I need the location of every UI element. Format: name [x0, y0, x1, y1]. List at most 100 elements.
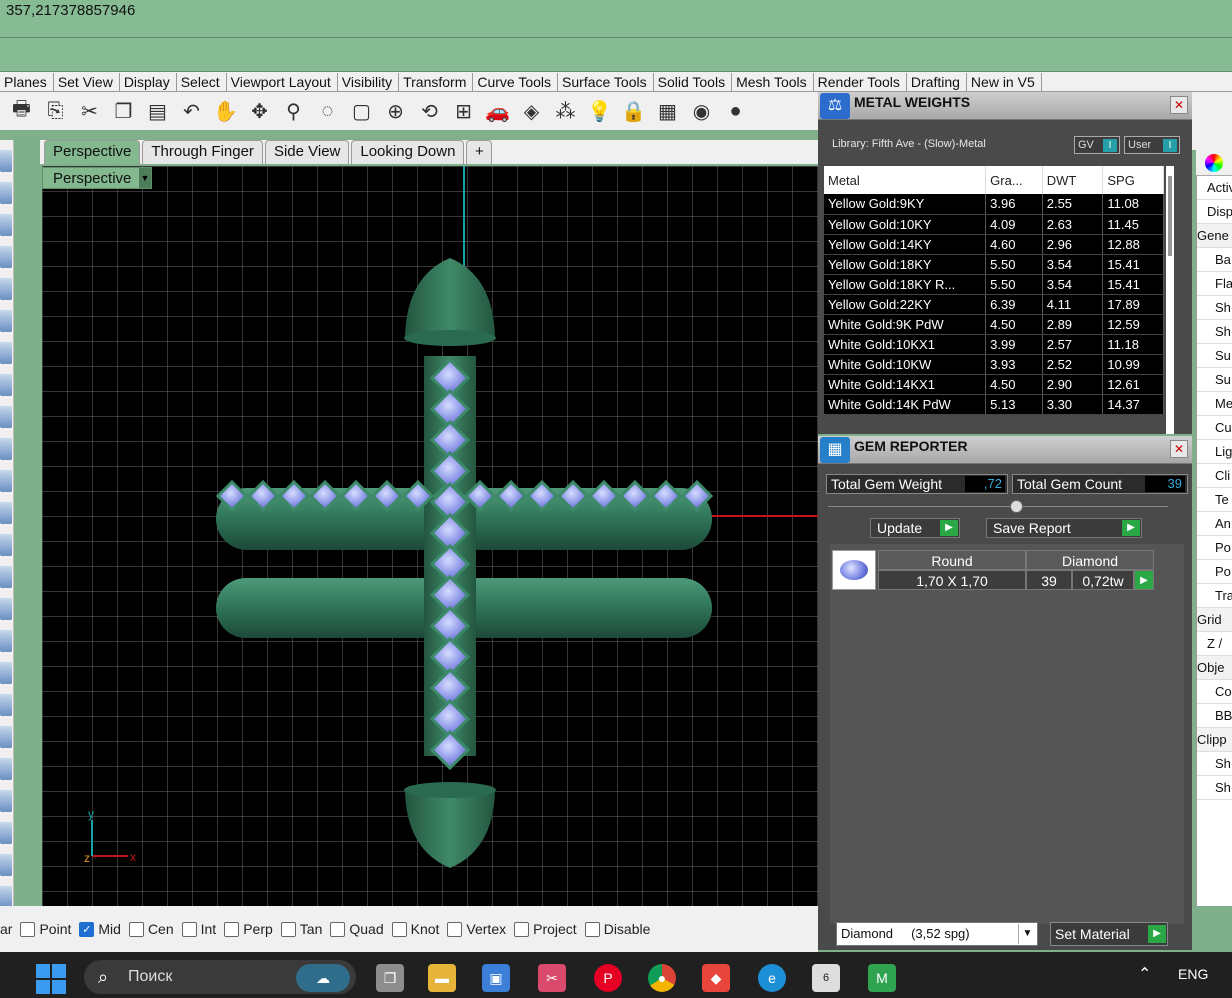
osnap-tan[interactable]: Tan: [280, 921, 322, 937]
perspective-viewport[interactable]: x y z: [42, 166, 818, 906]
left-tool-icon[interactable]: [0, 790, 12, 812]
checkbox[interactable]: [20, 921, 36, 937]
pinterest-icon[interactable]: P: [594, 964, 622, 992]
left-tool-icon[interactable]: [0, 662, 12, 684]
file-explorer-icon[interactable]: ▬: [428, 964, 456, 992]
checkbox[interactable]: [224, 921, 240, 937]
property-item[interactable]: Cli: [1197, 464, 1232, 488]
car-icon[interactable]: 🚗: [482, 96, 513, 127]
osnap-cen[interactable]: Cen: [128, 921, 174, 937]
osnap-quad[interactable]: Quad: [330, 921, 384, 937]
left-tool-icon[interactable]: [0, 822, 12, 844]
property-item[interactable]: Sh: [1197, 296, 1232, 320]
zoom-extents-icon[interactable]: ▢: [346, 96, 377, 127]
table-row[interactable]: White Gold:14KX1 4.50 2.90 12.61: [824, 374, 1164, 395]
checkbox[interactable]: [584, 921, 600, 937]
copy-icon[interactable]: ⎘: [40, 96, 71, 127]
language-indicator[interactable]: ENG: [1178, 966, 1208, 982]
snap-grid-icon[interactable]: ⁂: [550, 96, 581, 127]
left-tool-icon[interactable]: [0, 214, 12, 236]
left-tool-icon[interactable]: [0, 566, 12, 588]
checkbox[interactable]: ✓: [79, 921, 95, 937]
gem-row[interactable]: Round Diamond 1,70 X 1,70 39 0,72tw ▶: [832, 550, 1154, 590]
left-tool-icon[interactable]: [0, 374, 12, 396]
layers-icon[interactable]: ▦: [652, 96, 683, 127]
property-item[interactable]: Te: [1197, 488, 1232, 512]
property-item[interactable]: Su: [1197, 368, 1232, 392]
viewport-menu-arrow-icon[interactable]: ▼: [139, 168, 151, 188]
viewport-tab[interactable]: Through Finger: [142, 140, 263, 164]
zoom-selected-icon[interactable]: ⊕: [380, 96, 411, 127]
left-tool-icon[interactable]: [0, 534, 12, 556]
table-row[interactable]: White Gold:14K PdW 5.13 3.30 14.37: [824, 394, 1164, 415]
osnap-perp[interactable]: Perp: [224, 921, 273, 937]
light-icon[interactable]: 💡: [584, 96, 615, 127]
color-wheel-icon[interactable]: ◉: [686, 96, 717, 127]
property-item[interactable]: Me: [1197, 392, 1232, 416]
user-toggle[interactable]: User I: [1124, 136, 1180, 154]
matrix-icon[interactable]: M: [868, 964, 896, 992]
toolbar-tab[interactable]: Drafting: [907, 73, 967, 91]
checkbox[interactable]: [330, 921, 346, 937]
toolbar-tab[interactable]: Solid Tools: [654, 73, 733, 91]
table-row[interactable]: White Gold:9K PdW 4.50 2.89 12.59: [824, 314, 1164, 335]
left-tool-icon[interactable]: [0, 502, 12, 524]
pan-hand-icon[interactable]: ✋: [210, 96, 241, 127]
table-row[interactable]: Yellow Gold:10KY 4.09 2.63 11.45: [824, 214, 1164, 235]
property-item[interactable]: Z /: [1197, 632, 1232, 656]
osnap-project[interactable]: Project: [514, 921, 577, 937]
osnap-disable[interactable]: Disable: [584, 921, 650, 937]
property-item[interactable]: Clipp: [1197, 728, 1232, 752]
checkbox[interactable]: [280, 921, 296, 937]
osnap-vertex[interactable]: Vertex: [447, 921, 506, 937]
sphere-icon[interactable]: ●: [720, 96, 751, 127]
edge-icon[interactable]: e: [758, 964, 786, 992]
save-report-button[interactable]: Save Report ▶: [986, 518, 1142, 538]
left-tool-icon[interactable]: [0, 854, 12, 876]
toolbar-tab[interactable]: New in V5: [967, 73, 1042, 91]
viewport-tab[interactable]: Perspective: [44, 140, 141, 164]
left-tool-icon[interactable]: [0, 246, 12, 268]
toolbar-tab[interactable]: Viewport Layout: [227, 73, 338, 91]
windows-start-icon[interactable]: [36, 964, 66, 994]
gv-toggle[interactable]: GV I: [1074, 136, 1120, 154]
left-tool-icon[interactable]: [0, 694, 12, 716]
left-tool-icon[interactable]: [0, 726, 12, 748]
column-header[interactable]: SPG: [1102, 166, 1164, 194]
rhino-icon[interactable]: 6: [812, 964, 840, 992]
property-item[interactable]: Activ: [1197, 176, 1232, 200]
viewport-tab[interactable]: Side View: [264, 140, 350, 164]
property-item[interactable]: Fla: [1197, 272, 1232, 296]
table-row[interactable]: Yellow Gold:22KY 6.39 4.11 17.89: [824, 294, 1164, 315]
table-row[interactable]: Yellow Gold:14KY 4.60 2.96 12.88: [824, 234, 1164, 255]
material-select[interactable]: Diamond (3,52 spg) ▼: [836, 922, 1038, 946]
toolbar-tab[interactable]: Visibility: [338, 73, 400, 91]
print-icon[interactable]: 🖶: [6, 96, 37, 127]
metal-table-scrollbar[interactable]: [1166, 166, 1174, 434]
left-tool-icon[interactable]: [0, 150, 12, 172]
update-button[interactable]: Update ▶: [870, 518, 960, 538]
undo-icon[interactable]: ↶: [176, 96, 207, 127]
table-row[interactable]: White Gold:10KX1 3.99 2.57 11.18: [824, 334, 1164, 355]
left-tool-icon[interactable]: [0, 886, 12, 908]
property-item[interactable]: Po: [1197, 560, 1232, 584]
task-view-icon[interactable]: ❐: [376, 964, 404, 992]
toolbar-tab[interactable]: Select: [177, 73, 227, 91]
viewport-title[interactable]: Perspective ▼: [42, 167, 152, 189]
left-tool-icon[interactable]: [0, 182, 12, 204]
cut-icon[interactable]: ✂: [74, 96, 105, 127]
checkbox[interactable]: [391, 921, 407, 937]
left-tool-icon[interactable]: [0, 470, 12, 492]
properties-tab[interactable]: [1196, 150, 1232, 176]
property-item[interactable]: Lig: [1197, 440, 1232, 464]
osnap-point[interactable]: Point: [20, 921, 71, 937]
left-tool-icon[interactable]: [0, 278, 12, 300]
checkbox[interactable]: [181, 921, 197, 937]
table-row[interactable]: White Gold:10KW 3.93 2.52 10.99: [824, 354, 1164, 375]
property-item[interactable]: Displ: [1197, 200, 1232, 224]
osnap-int[interactable]: Int: [181, 921, 216, 937]
gem-select-icon[interactable]: ▶: [1134, 570, 1154, 590]
property-item[interactable]: Sh: [1197, 776, 1232, 800]
checkbox[interactable]: [514, 921, 530, 937]
checkbox[interactable]: [128, 921, 144, 937]
